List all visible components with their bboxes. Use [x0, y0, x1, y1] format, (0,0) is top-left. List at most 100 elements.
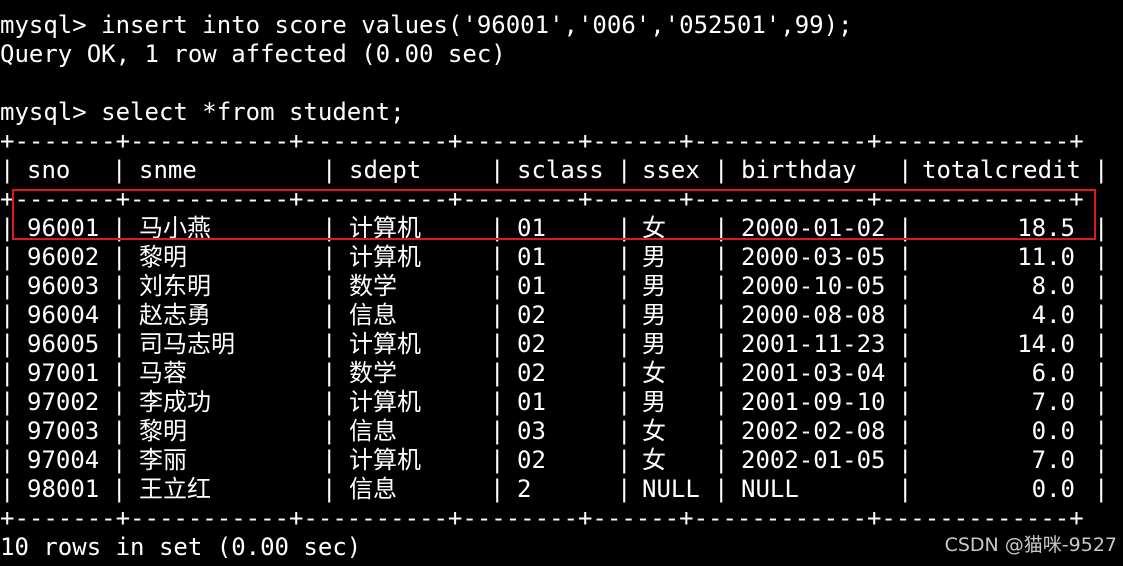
- table-cell-ssex: NULL: [642, 475, 700, 503]
- table-cell-sclass: 02: [517, 446, 546, 474]
- table-column-divider: |: [490, 330, 505, 358]
- table-cell-sclass: 02: [517, 330, 546, 358]
- table-column-divider: |: [714, 475, 729, 503]
- table-column-divider: |: [0, 301, 15, 329]
- table-column-divider: |: [898, 330, 913, 358]
- table-cell-totalcredit: 0.0: [1031, 475, 1075, 503]
- table-column-divider: |: [1094, 243, 1109, 271]
- table-column-divider: |: [112, 475, 127, 503]
- table-column-divider: |: [714, 417, 729, 445]
- table-column-divider: |: [322, 272, 337, 300]
- table-column-divider: |: [0, 272, 15, 300]
- table-cell-sno: 96002: [27, 243, 100, 271]
- table-cell-sdept: 计算机: [349, 243, 421, 271]
- csdn-watermark: CSDN @猫咪-9527: [944, 534, 1117, 556]
- table-column-divider: |: [490, 359, 505, 387]
- table-column-divider: |: [714, 388, 729, 416]
- table-cell-totalcredit: 7.0: [1031, 446, 1075, 474]
- table-column-divider: |: [898, 446, 913, 474]
- table-column-divider: |: [322, 417, 337, 445]
- table-column-divider: |: [1094, 359, 1109, 387]
- table-cell-birthday: 2002-01-05: [741, 446, 886, 474]
- table-cell-ssex: 女: [642, 446, 666, 474]
- table-cell-snme: 马蓉: [139, 359, 187, 387]
- insert-result-line: Query OK, 1 row affected (0.00 sec): [0, 40, 506, 68]
- table-cell-totalcredit: 7.0: [1031, 388, 1075, 416]
- table-column-divider: |: [112, 417, 127, 445]
- table-cell-birthday: 2000-03-05: [741, 243, 886, 271]
- table-column-divider: |: [617, 417, 632, 445]
- table-cell-sdept: 计算机: [349, 388, 421, 416]
- table-column-divider: |: [112, 388, 127, 416]
- table-column-divider: |: [714, 243, 729, 271]
- table-cell-sdept: 信息: [349, 475, 397, 503]
- table-column-divider: |: [617, 156, 632, 184]
- table-cell-snme: 刘东明: [139, 272, 211, 300]
- table-cell-totalcredit: 14.0: [1017, 330, 1075, 358]
- table-column-divider: |: [898, 156, 913, 184]
- table-cell-snme: 赵志勇: [139, 301, 211, 329]
- table-column-divider: |: [1094, 156, 1109, 184]
- table-column-divider: |: [322, 359, 337, 387]
- table-column-divider: |: [0, 330, 15, 358]
- table-cell-sdept: 数学: [349, 359, 397, 387]
- table-cell-totalcredit: 0.0: [1031, 417, 1075, 445]
- table-column-divider: |: [1094, 214, 1109, 242]
- table-cell-birthday: 2000-10-05: [741, 272, 886, 300]
- table-column-divider: |: [322, 156, 337, 184]
- table-cell-sno: 96004: [27, 301, 100, 329]
- insert-command-line: mysql> insert into score values('96001',…: [0, 11, 853, 39]
- table-cell-snme: 王立红: [139, 475, 211, 503]
- table-cell-sno: 97003: [27, 417, 100, 445]
- terminal-window[interactable]: mysql> insert into score values('96001',…: [0, 0, 1123, 566]
- table-column-divider: |: [617, 359, 632, 387]
- table-column-divider: |: [714, 330, 729, 358]
- table-column-divider: |: [898, 243, 913, 271]
- table-cell-totalcredit: 6.0: [1031, 359, 1075, 387]
- table-column-divider: |: [714, 301, 729, 329]
- table-cell-sno: 97002: [27, 388, 100, 416]
- table-cell-sno: 96005: [27, 330, 100, 358]
- table-cell-sdept: 信息: [349, 417, 397, 445]
- table-cell-sclass: 01: [517, 272, 546, 300]
- table-cell-ssex: 男: [642, 243, 666, 271]
- table-column-divider: |: [490, 475, 505, 503]
- table-column-divider: |: [898, 301, 913, 329]
- table-separator: +-------+-----------+----------+--------…: [0, 127, 1084, 155]
- table-cell-ssex: 男: [642, 301, 666, 329]
- table-column-divider: |: [1094, 475, 1109, 503]
- highlight-box: [12, 189, 1096, 240]
- table-column-divider: |: [490, 417, 505, 445]
- table-cell-sclass: 03: [517, 417, 546, 445]
- table-column-divider: |: [617, 301, 632, 329]
- table-column-divider: |: [490, 243, 505, 271]
- table-cell-sclass: 02: [517, 359, 546, 387]
- table-cell-totalcredit: 8.0: [1031, 272, 1075, 300]
- table-cell-sclass: 2: [517, 475, 532, 503]
- table-cell-birthday: 2000-08-08: [741, 301, 886, 329]
- table-column-divider: |: [898, 359, 913, 387]
- rows-in-set-line: 10 rows in set (0.00 sec): [0, 533, 362, 561]
- table-cell-ssex: 男: [642, 272, 666, 300]
- table-cell-totalcredit: 4.0: [1031, 301, 1075, 329]
- table-column-divider: |: [0, 359, 15, 387]
- table-cell-birthday: 2001-03-04: [741, 359, 886, 387]
- table-column-divider: |: [617, 446, 632, 474]
- table-column-divider: |: [1094, 272, 1109, 300]
- table-column-divider: |: [898, 272, 913, 300]
- table-column-divider: |: [0, 475, 15, 503]
- table-cell-birthday: 2001-09-10: [741, 388, 886, 416]
- table-column-divider: |: [112, 243, 127, 271]
- table-column-divider: |: [322, 388, 337, 416]
- column-header-birthday: birthday: [741, 156, 857, 184]
- select-command-line: mysql> select *from student;: [0, 98, 405, 126]
- table-cell-snme: 黎明: [139, 417, 187, 445]
- table-column-divider: |: [898, 417, 913, 445]
- table-column-divider: |: [0, 417, 15, 445]
- column-header-sclass: sclass: [517, 156, 604, 184]
- table-column-divider: |: [0, 243, 15, 271]
- table-column-divider: |: [617, 475, 632, 503]
- table-cell-sclass: 01: [517, 388, 546, 416]
- table-cell-birthday: NULL: [741, 475, 799, 503]
- table-column-divider: |: [1094, 446, 1109, 474]
